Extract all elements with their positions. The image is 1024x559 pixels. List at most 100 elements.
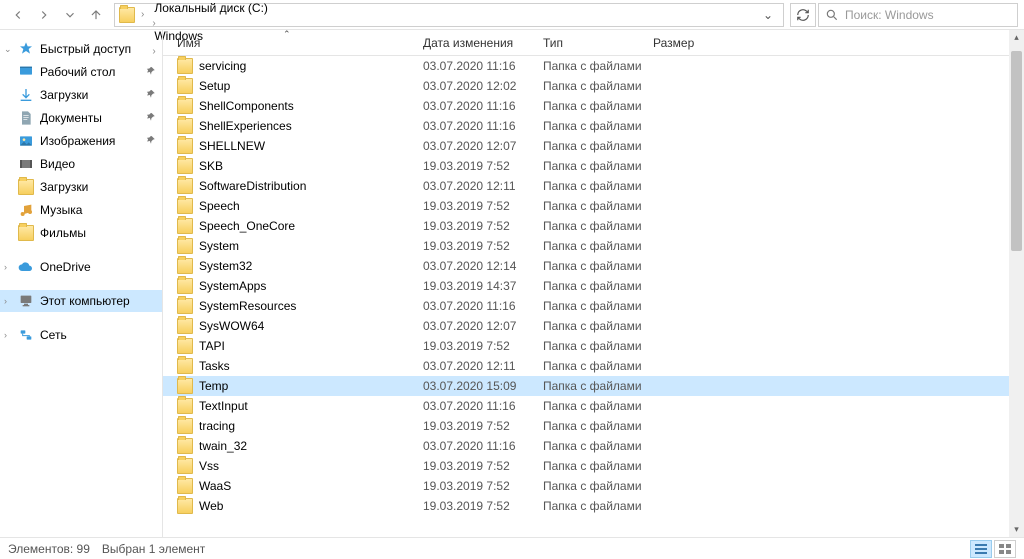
folder-icon xyxy=(177,98,193,114)
column-header-name[interactable]: Имя xyxy=(169,30,415,55)
file-name: Vss xyxy=(199,459,219,473)
scroll-track[interactable] xyxy=(1009,45,1024,522)
file-row[interactable]: SKB19.03.2019 7:52Папка с файлами xyxy=(163,156,1024,176)
column-header-date[interactable]: Дата изменения xyxy=(415,30,535,55)
file-row[interactable]: Tasks 03.07.2020 12:11Папка с файлами xyxy=(163,356,1024,376)
sidebar-item-documents[interactable]: Документы xyxy=(0,107,162,129)
search-box[interactable]: Поиск: Windows xyxy=(818,3,1018,27)
file-row[interactable]: Web19.03.2019 7:52Папка с файлами xyxy=(163,496,1024,516)
video-icon xyxy=(18,156,34,172)
file-row[interactable]: SysWOW6403.07.2020 12:07Папка с файлами xyxy=(163,316,1024,336)
folder-icon xyxy=(177,218,193,234)
sidebar-item-downloads-2[interactable]: Загрузки xyxy=(0,176,162,198)
folder-icon xyxy=(177,258,193,274)
file-type: Папка с файлами xyxy=(535,399,645,413)
sidebar-item-network[interactable]: › Сеть xyxy=(0,324,162,346)
file-name: SysWOW64 xyxy=(199,319,264,333)
file-row[interactable]: SHELLNEW03.07.2020 12:07Папка с файлами xyxy=(163,136,1024,156)
folder-icon xyxy=(177,358,193,374)
file-date: 19.03.2019 7:52 xyxy=(415,459,535,473)
forward-button[interactable] xyxy=(32,3,56,27)
file-row[interactable]: Setup03.07.2020 12:02Папка с файлами xyxy=(163,76,1024,96)
file-row[interactable]: System19.03.2019 7:52Папка с файлами xyxy=(163,236,1024,256)
status-items-count: Элементов: 99 xyxy=(8,542,90,556)
chevron-right-icon: › xyxy=(4,262,7,272)
folder-icon xyxy=(177,398,193,414)
file-name: servicing xyxy=(199,59,246,73)
sidebar-item-downloads[interactable]: Загрузки xyxy=(0,84,162,106)
file-row[interactable]: TextInput03.07.2020 11:16Папка с файлами xyxy=(163,396,1024,416)
column-header-size[interactable]: Размер xyxy=(645,30,725,55)
file-date: 19.03.2019 7:52 xyxy=(415,159,535,173)
file-row[interactable]: SoftwareDistribution03.07.2020 12:11Папк… xyxy=(163,176,1024,196)
column-headers: ⌃ Имя Дата изменения Тип Размер xyxy=(163,30,1024,56)
view-details-button[interactable] xyxy=(970,540,992,558)
file-type: Папка с файлами xyxy=(535,199,645,213)
file-name: tracing xyxy=(199,419,235,433)
file-row[interactable]: twain_3203.07.2020 11:16Папка с файлами xyxy=(163,436,1024,456)
pin-icon xyxy=(146,111,156,125)
breadcrumb-item[interactable]: Локальный диск (C:) xyxy=(150,1,272,15)
file-row[interactable]: SystemApps19.03.2019 14:37Папка с файлам… xyxy=(163,276,1024,296)
file-row[interactable]: ShellComponents03.07.2020 11:16Папка с ф… xyxy=(163,96,1024,116)
file-name: SHELLNEW xyxy=(199,139,265,153)
file-name: Tasks xyxy=(199,359,230,373)
file-row[interactable]: Speech_OneCore19.03.2019 7:52Папка с фай… xyxy=(163,216,1024,236)
folder-icon xyxy=(177,458,193,474)
chevron-down-icon: ⌄ xyxy=(4,44,12,55)
pin-icon xyxy=(146,134,156,148)
sidebar-item-videos[interactable]: Видео xyxy=(0,153,162,175)
scroll-down-button[interactable]: ▾ xyxy=(1009,522,1024,537)
up-button[interactable] xyxy=(84,3,108,27)
address-dropdown[interactable]: ⌄ xyxy=(757,8,779,22)
view-large-icons-button[interactable] xyxy=(994,540,1016,558)
file-type: Папка с файлами xyxy=(535,419,645,433)
address-bar[interactable]: › Этот компьютер›Локальный диск (C:)›Win… xyxy=(114,3,784,27)
file-name: System32 xyxy=(199,259,252,273)
file-date: 19.03.2019 7:52 xyxy=(415,479,535,493)
file-type: Папка с файлами xyxy=(535,259,645,273)
file-row[interactable]: Vss19.03.2019 7:52Папка с файлами xyxy=(163,456,1024,476)
sort-arrow-icon: ⌃ xyxy=(283,30,291,40)
file-date: 03.07.2020 12:11 xyxy=(415,359,535,373)
search-icon xyxy=(825,8,839,22)
file-row[interactable]: Speech19.03.2019 7:52Папка с файлами xyxy=(163,196,1024,216)
back-button[interactable] xyxy=(6,3,30,27)
file-list[interactable]: servicing03.07.2020 11:16Папка с файлами… xyxy=(163,56,1024,537)
file-type: Папка с файлами xyxy=(535,239,645,253)
folder-icon xyxy=(177,378,193,394)
recent-dropdown[interactable] xyxy=(58,3,82,27)
file-row[interactable]: servicing03.07.2020 11:16Папка с файлами xyxy=(163,56,1024,76)
file-name: TextInput xyxy=(199,399,248,413)
file-row[interactable]: ShellExperiences03.07.2020 11:16Папка с … xyxy=(163,116,1024,136)
file-row[interactable]: TAPI19.03.2019 7:52Папка с файлами xyxy=(163,336,1024,356)
file-row[interactable]: SystemResources03.07.2020 11:16Папка с ф… xyxy=(163,296,1024,316)
file-type: Папка с файлами xyxy=(535,359,645,373)
folder-icon xyxy=(177,498,193,514)
scroll-up-button[interactable]: ▴ xyxy=(1009,30,1024,45)
sidebar-item-pictures[interactable]: Изображения xyxy=(0,130,162,152)
sidebar-item-desktop[interactable]: Рабочий стол xyxy=(0,61,162,83)
file-name: TAPI xyxy=(199,339,225,353)
folder-icon xyxy=(177,478,193,494)
sidebar-item-movies[interactable]: Фильмы xyxy=(0,222,162,244)
column-header-type[interactable]: Тип xyxy=(535,30,645,55)
scroll-thumb[interactable] xyxy=(1011,51,1022,251)
folder-icon xyxy=(177,438,193,454)
sidebar-item-quick-access[interactable]: ⌄ Быстрый доступ xyxy=(0,38,162,60)
vertical-scrollbar[interactable]: ▴ ▾ xyxy=(1009,30,1024,537)
file-row[interactable]: WaaS19.03.2019 7:52Папка с файлами xyxy=(163,476,1024,496)
file-type: Папка с файлами xyxy=(535,279,645,293)
address-toolbar: › Этот компьютер›Локальный диск (C:)›Win… xyxy=(0,0,1024,30)
sidebar-item-onedrive[interactable]: › OneDrive xyxy=(0,256,162,278)
file-row[interactable]: Temp03.07.2020 15:09Папка с файлами xyxy=(163,376,1024,396)
folder-icon xyxy=(177,318,193,334)
navigation-pane: ⌄ Быстрый доступ Рабочий стол Загрузки Д… xyxy=(0,30,163,537)
file-date: 03.07.2020 11:16 xyxy=(415,99,535,113)
sidebar-item-music[interactable]: Музыка xyxy=(0,199,162,221)
refresh-button[interactable] xyxy=(790,3,816,27)
sidebar-item-this-pc[interactable]: › Этот компьютер xyxy=(0,290,162,312)
file-name: SystemApps xyxy=(199,279,266,293)
file-row[interactable]: tracing19.03.2019 7:52Папка с файлами xyxy=(163,416,1024,436)
file-row[interactable]: System3203.07.2020 12:14Папка с файлами xyxy=(163,256,1024,276)
